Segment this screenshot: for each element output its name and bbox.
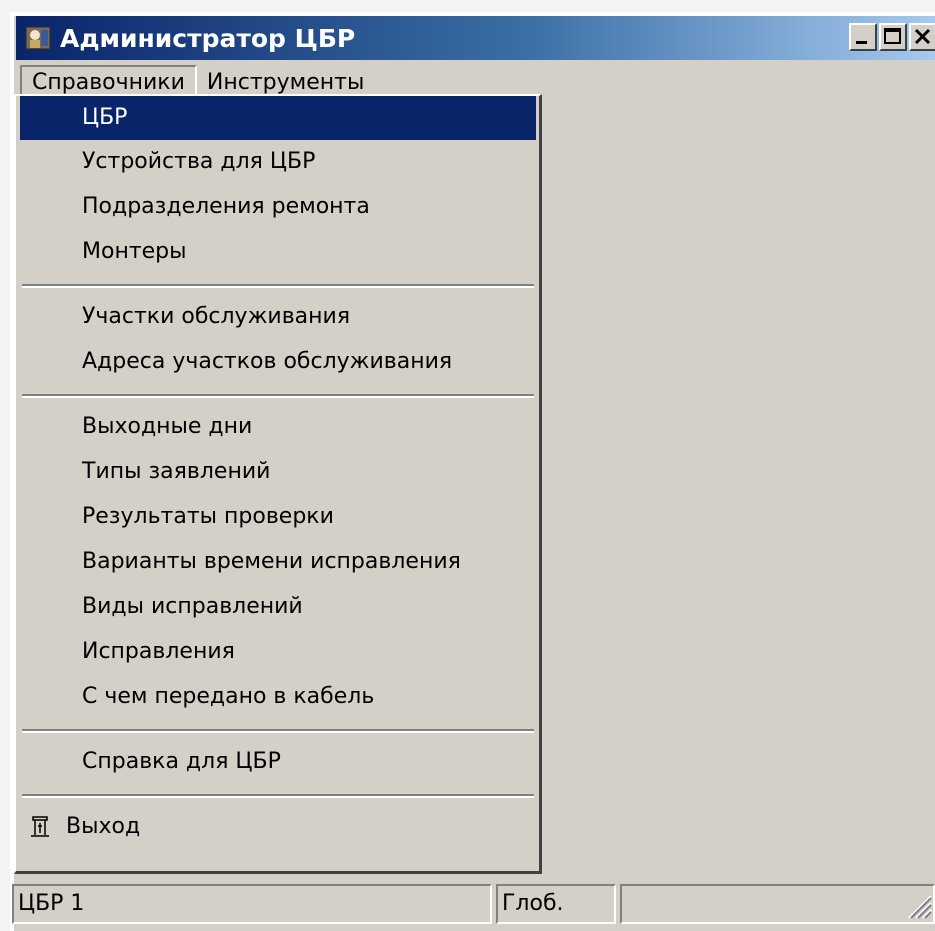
menu-item-technicians[interactable]: Монтеры xyxy=(20,230,536,274)
outer-frame-left xyxy=(0,0,10,931)
menu-item-days-off[interactable]: Выходные дни xyxy=(20,405,536,449)
menu-item-request-types[interactable]: Типы заявлений xyxy=(20,450,536,494)
minimize-icon xyxy=(856,41,867,44)
menu-separator xyxy=(22,394,534,398)
menu-item-service-areas[interactable]: Участки обслуживания xyxy=(20,295,536,339)
close-icon xyxy=(914,28,931,45)
menu-item-cable-transfer[interactable]: С чем передано в кабель xyxy=(20,675,536,719)
maximize-icon xyxy=(884,28,901,44)
menu-item-service-area-addresses[interactable]: Адреса участков обслуживания xyxy=(20,340,536,384)
menu-separator xyxy=(22,284,534,288)
menu-separator xyxy=(22,729,534,733)
spravochniki-dropdown: ЦБР Устройства для ЦБР Подразделения рем… xyxy=(14,94,542,874)
maximize-button[interactable] xyxy=(879,23,907,51)
menu-item-fix-time-options[interactable]: Варианты времени исправления xyxy=(20,540,536,584)
window-title: Администратор ЦБР xyxy=(60,23,356,53)
menu-item-cbr-help[interactable]: Справка для ЦБР xyxy=(20,740,536,784)
menu-item-fix-types[interactable]: Виды исправлений xyxy=(20,585,536,629)
app-icon xyxy=(24,24,52,52)
menu-separator xyxy=(22,794,534,798)
close-button[interactable] xyxy=(909,23,935,51)
menu-item-check-results[interactable]: Результаты проверки xyxy=(20,495,536,539)
minimize-button[interactable] xyxy=(849,23,877,51)
window-controls xyxy=(847,23,935,51)
status-bar: ЦБР 1 Глоб. xyxy=(12,884,935,924)
resize-grip-icon[interactable] xyxy=(903,890,933,920)
menu-item-cbr[interactable]: ЦБР xyxy=(20,96,536,140)
status-panel-cbr: ЦБР 1 xyxy=(12,884,492,924)
exit-door-icon xyxy=(31,816,49,837)
menu-item-fixes[interactable]: Исправления xyxy=(20,630,536,674)
title-bar[interactable]: Администратор ЦБР xyxy=(16,16,935,60)
menu-item-exit-label: Выход xyxy=(66,814,141,839)
menu-item-exit[interactable]: Выход xyxy=(20,805,536,849)
status-panel-global: Глоб. xyxy=(496,884,616,924)
status-panel-empty xyxy=(620,884,935,924)
menu-item-devices[interactable]: Устройства для ЦБР xyxy=(20,140,536,184)
outer-frame-top xyxy=(0,0,935,12)
menu-item-repair-units[interactable]: Подразделения ремонта xyxy=(20,185,536,229)
